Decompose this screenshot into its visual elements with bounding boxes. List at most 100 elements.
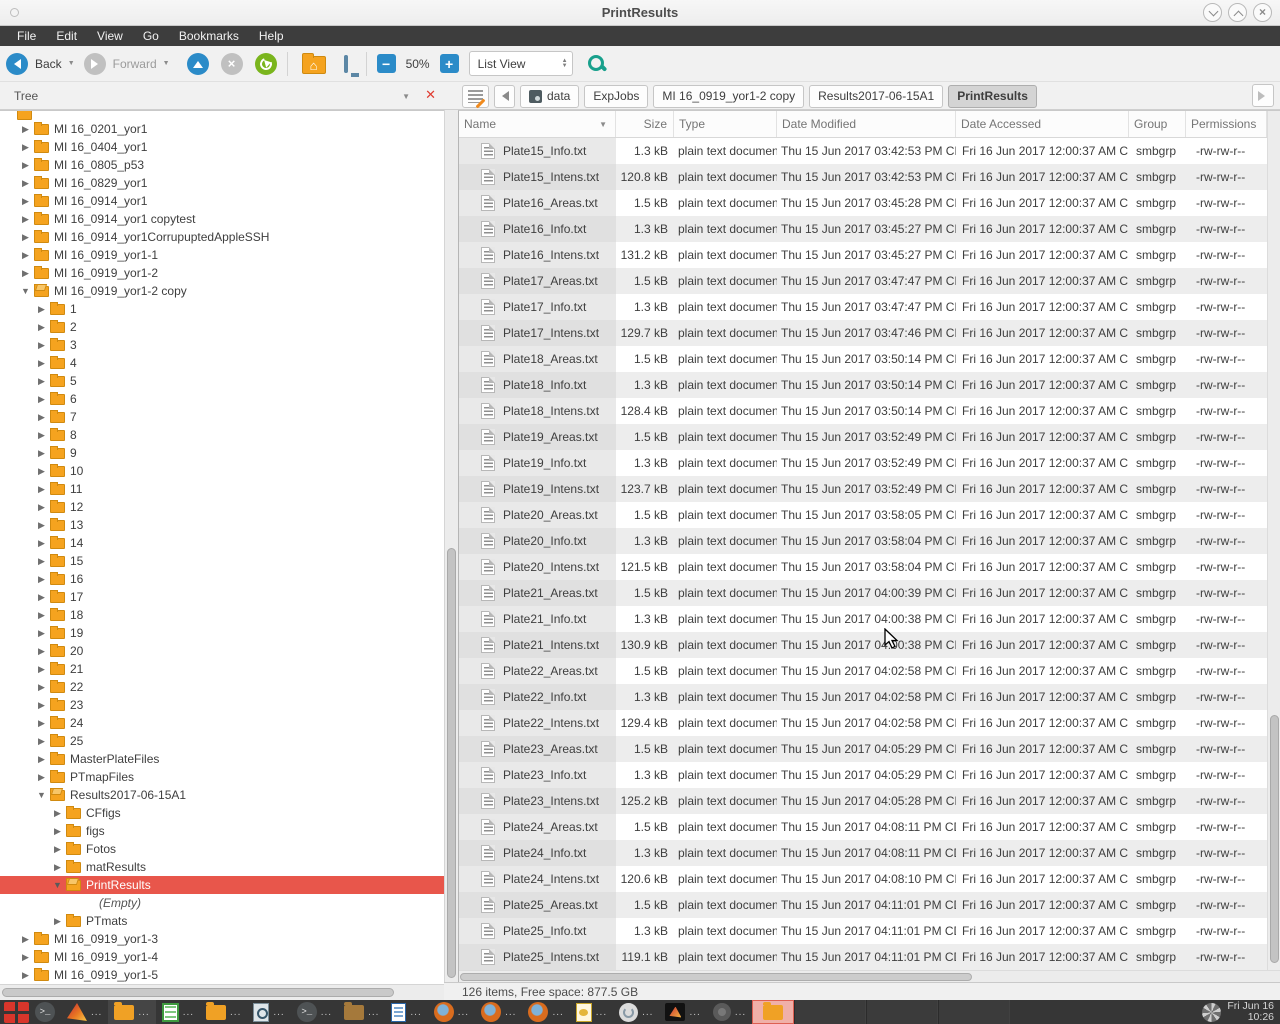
tree-item-15[interactable]: ▶15: [0, 552, 444, 570]
breadcrumb-expjobs[interactable]: ExpJobs: [584, 85, 648, 108]
spinner-icons[interactable]: ▲▼: [562, 59, 568, 69]
tree-item-printresults[interactable]: ▼PrintResults: [0, 876, 444, 894]
tree-item-mi-16-0914-yor1corrupuptedapplessh[interactable]: ▶MI 16_0914_yor1CorrupuptedAppleSSH: [0, 228, 444, 246]
tree-item-mi-16-0914-yor1-copytest[interactable]: ▶MI 16_0914_yor1 copytest: [0, 210, 444, 228]
list-vertical-scrollbar[interactable]: [1267, 111, 1280, 970]
expand-icon[interactable]: ▶: [33, 322, 50, 333]
up-button[interactable]: [187, 53, 209, 75]
zoom-out-button[interactable]: −: [377, 54, 396, 73]
column-header-date-accessed[interactable]: Date Accessed: [956, 111, 1129, 137]
expand-icon[interactable]: ▶: [17, 142, 34, 153]
tree-item-mi-16-0919-yor1-5[interactable]: ▶MI 16_0919_yor1-5: [0, 966, 444, 984]
tree-item-mi-16-0914-yor1[interactable]: ▶MI 16_0914_yor1: [0, 192, 444, 210]
file-row-plate20-info-txt[interactable]: Plate20_Info.txt1.3 kBplain text documen…: [459, 528, 1267, 554]
tree-item-4[interactable]: ▶4: [0, 354, 444, 372]
taskbar-item[interactable]: ...: [613, 1000, 659, 1024]
menu-go[interactable]: Go: [134, 27, 168, 45]
pinwheel-tray-icon[interactable]: [1202, 1003, 1221, 1022]
expand-icon[interactable]: ▶: [33, 754, 50, 765]
column-header-group[interactable]: Group: [1129, 111, 1186, 137]
expand-icon[interactable]: ▶: [33, 538, 50, 549]
expand-icon[interactable]: ▶: [17, 124, 34, 135]
file-row-plate23-areas-txt[interactable]: Plate23_Areas.txt1.5 kBplain text docume…: [459, 736, 1267, 762]
file-row-plate19-intens-txt[interactable]: Plate19_Intens.txt123.7 kBplain text doc…: [459, 476, 1267, 502]
tree-item-9[interactable]: ▶9: [0, 444, 444, 462]
tree-item-18[interactable]: ▶18: [0, 606, 444, 624]
column-header-date-modified[interactable]: Date Modified: [777, 111, 956, 137]
tree-item-mi-16-0919-yor1-4[interactable]: ▶MI 16_0919_yor1-4: [0, 948, 444, 966]
file-row-plate18-intens-txt[interactable]: Plate18_Intens.txt128.4 kBplain text doc…: [459, 398, 1267, 424]
taskbar-item[interactable]: ...: [428, 1000, 475, 1024]
file-row-plate18-areas-txt[interactable]: Plate18_Areas.txt1.5 kBplain text docume…: [459, 346, 1267, 372]
file-row-plate22-intens-txt[interactable]: Plate22_Intens.txt129.4 kBplain text doc…: [459, 710, 1267, 736]
taskbar-item[interactable]: ...: [522, 1000, 569, 1024]
taskbar-item[interactable]: ...: [247, 1000, 290, 1024]
menu-file[interactable]: File: [8, 27, 45, 45]
edit-location-button[interactable]: [462, 85, 489, 108]
back-dropdown-icon[interactable]: ▼: [68, 60, 75, 67]
taskbar-item[interactable]: >_: [29, 1000, 61, 1024]
file-row-plate21-areas-txt[interactable]: Plate21_Areas.txt1.5 kBplain text docume…: [459, 580, 1267, 606]
tree-item-2[interactable]: ▶2: [0, 318, 444, 336]
taskbar-item[interactable]: ...: [570, 1000, 613, 1024]
breadcrumb-results2017-06-15a1[interactable]: Results2017-06-15A1: [809, 85, 943, 108]
collapse-icon[interactable]: ▼: [33, 790, 50, 800]
file-row-plate16-intens-txt[interactable]: Plate16_Intens.txt131.2 kBplain text doc…: [459, 242, 1267, 268]
menu-view[interactable]: View: [88, 27, 132, 45]
tree-item-cffigs[interactable]: ▶CFfigs: [0, 804, 444, 822]
tree-item-5[interactable]: ▶5: [0, 372, 444, 390]
tree-item-ptmapfiles[interactable]: ▶PTmapFiles: [0, 768, 444, 786]
tree-item-17[interactable]: ▶17: [0, 588, 444, 606]
column-header-permissions[interactable]: Permissions: [1186, 111, 1267, 137]
app-launcher-icon[interactable]: [4, 1002, 29, 1023]
collapse-icon[interactable]: ▼: [17, 286, 34, 296]
tree-horizontal-scrollbar-thumb[interactable]: [2, 988, 394, 997]
tree-item-12[interactable]: ▶12: [0, 498, 444, 516]
tree-item-11[interactable]: ▶11: [0, 480, 444, 498]
expand-icon[interactable]: ▶: [17, 160, 34, 171]
tree-item-mi-16-0919-yor1-1[interactable]: ▶MI 16_0919_yor1-1: [0, 246, 444, 264]
column-header-name[interactable]: Name▼: [459, 111, 616, 137]
expand-icon[interactable]: ▶: [33, 358, 50, 369]
tree-item-mi-16-0919-yor1-3[interactable]: ▶MI 16_0919_yor1-3: [0, 930, 444, 948]
expand-icon[interactable]: ▶: [33, 574, 50, 585]
file-row-plate16-info-txt[interactable]: Plate16_Info.txt1.3 kBplain text documen…: [459, 216, 1267, 242]
breadcrumb-data[interactable]: data: [520, 85, 579, 108]
file-row-plate24-intens-txt[interactable]: Plate24_Intens.txt120.6 kBplain text doc…: [459, 866, 1267, 892]
expand-icon[interactable]: ▶: [33, 394, 50, 405]
file-row-plate25-areas-txt[interactable]: Plate25_Areas.txt1.5 kBplain text docume…: [459, 892, 1267, 918]
file-row-plate17-intens-txt[interactable]: Plate17_Intens.txt129.7 kBplain text doc…: [459, 320, 1267, 346]
taskbar-item[interactable]: ...: [475, 1000, 522, 1024]
window-titlebar[interactable]: PrintResults ×: [0, 0, 1280, 26]
expand-icon[interactable]: ▶: [33, 772, 50, 783]
breadcrumb-scroll-right-button[interactable]: [1252, 84, 1274, 107]
taskbar-item[interactable]: >_...: [291, 1000, 338, 1024]
tree-item-14[interactable]: ▶14: [0, 534, 444, 552]
expand-icon[interactable]: ▶: [17, 196, 34, 207]
back-button[interactable]: Back ▼: [6, 53, 80, 75]
expand-icon[interactable]: ▶: [33, 502, 50, 513]
file-row-plate22-info-txt[interactable]: Plate22_Info.txt1.3 kBplain text documen…: [459, 684, 1267, 710]
tree-item-results2017-06-15a1[interactable]: ▼Results2017-06-15A1: [0, 786, 444, 804]
file-row-plate21-info-txt[interactable]: Plate21_Info.txt1.3 kBplain text documen…: [459, 606, 1267, 632]
taskbar-item[interactable]: ...: [707, 1000, 752, 1024]
expand-icon[interactable]: ▶: [17, 232, 34, 243]
file-row-plate17-info-txt[interactable]: Plate17_Info.txt1.3 kBplain text documen…: [459, 294, 1267, 320]
taskbar-item[interactable]: ...: [61, 1000, 108, 1024]
expand-icon[interactable]: ▶: [33, 556, 50, 567]
expand-icon[interactable]: ▶: [17, 178, 34, 189]
view-mode-select[interactable]: List View ▲▼: [469, 51, 573, 76]
tree-item-13[interactable]: ▶13: [0, 516, 444, 534]
expand-icon[interactable]: ▶: [33, 376, 50, 387]
taskbar-item[interactable]: ...: [659, 1000, 706, 1024]
expand-icon[interactable]: ▶: [33, 520, 50, 531]
tree-item-6[interactable]: ▶6: [0, 390, 444, 408]
tree-item-10[interactable]: ▶10: [0, 462, 444, 480]
minimize-button[interactable]: [1203, 3, 1222, 22]
expand-icon[interactable]: ▶: [49, 862, 66, 873]
collapse-icon[interactable]: ▼: [49, 880, 66, 890]
file-row-plate19-areas-txt[interactable]: Plate19_Areas.txt1.5 kBplain text docume…: [459, 424, 1267, 450]
file-row-plate25-info-txt[interactable]: Plate25_Info.txt1.3 kBplain text documen…: [459, 918, 1267, 944]
tree-item-ptmats[interactable]: ▶PTmats: [0, 912, 444, 930]
breadcrumb-printresults[interactable]: PrintResults: [948, 85, 1037, 108]
